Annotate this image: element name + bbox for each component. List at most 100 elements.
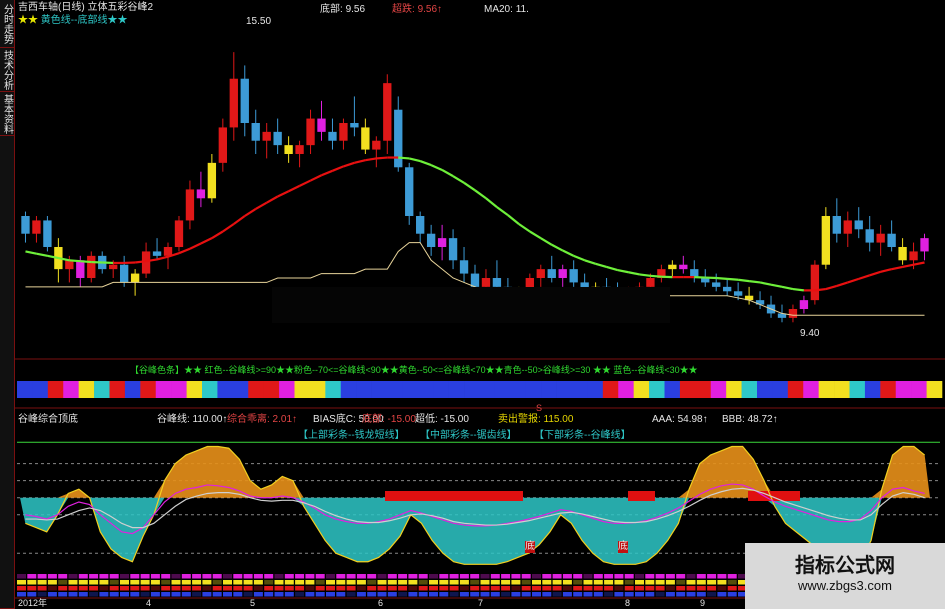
axis-tick: 6: [378, 598, 384, 608]
stripe-cell: [665, 574, 675, 579]
stripe-cell: [696, 592, 706, 597]
ma20-segment: [288, 184, 301, 193]
stripe-cell: [58, 586, 68, 591]
stripe-cell: [336, 574, 346, 579]
ma20-segment: [419, 160, 432, 167]
stripe-cell: [686, 586, 696, 591]
band-cell: [741, 381, 758, 398]
candle-body: [372, 140, 381, 150]
stripe-cell: [480, 586, 490, 591]
band-cell: [787, 381, 804, 398]
ma20-segment: [639, 273, 651, 277]
ma20-segment: [781, 285, 794, 291]
band-cell: [479, 381, 496, 398]
watermark-title: 指标公式网: [795, 555, 895, 577]
stripe-cell: [140, 580, 150, 585]
stripe-cell: [47, 574, 57, 579]
stripe-cell: [181, 592, 191, 597]
band-cell: [880, 381, 897, 398]
stripe-cell: [542, 574, 552, 579]
stripe-cell: [696, 574, 706, 579]
stripe-cell: [604, 592, 614, 597]
stripe-cell: [202, 586, 212, 591]
stripe-cell: [573, 592, 583, 597]
stripe-cell: [532, 580, 541, 585]
stripe-cell: [377, 592, 387, 597]
stripe-cell: [253, 592, 263, 597]
band-cell: [818, 381, 835, 398]
stripe-cell: [676, 592, 686, 597]
candle-body: [152, 251, 162, 256]
stripe-cell: [686, 592, 696, 597]
stripe-cell: [336, 580, 346, 585]
ma20-segment: [814, 287, 826, 292]
ma20-segment: [156, 255, 169, 261]
band-cell: [140, 381, 157, 398]
stripe-cell: [542, 586, 552, 591]
ma20-segment: [266, 195, 279, 204]
indicator-field: 超低: -15.00: [415, 414, 469, 425]
color-band: [17, 381, 943, 398]
stripe-cell: [284, 592, 294, 597]
stripe-cell: [645, 580, 655, 585]
stripe-cell: [346, 586, 356, 591]
stripe-cell: [604, 574, 614, 579]
ma20-segment: [80, 260, 92, 264]
band-cell: [186, 381, 203, 398]
candle-body: [646, 278, 655, 287]
stripe-cell: [212, 580, 222, 585]
band-cell: [402, 381, 419, 398]
ma20-segment: [891, 265, 903, 271]
stripe-cell: [192, 592, 202, 597]
stripe-cell: [624, 592, 634, 597]
candle-body: [536, 269, 545, 278]
candle-body: [920, 238, 929, 252]
band-cell: [63, 381, 79, 398]
stripe-cell: [387, 580, 397, 585]
candle-body: [328, 131, 337, 141]
stripe-cell: [223, 574, 232, 579]
stripe-cell: [449, 586, 459, 591]
candle-body: [668, 264, 677, 270]
stripe-cell: [408, 586, 418, 591]
stripe-cell: [295, 586, 305, 591]
stripe-cell: [47, 586, 57, 591]
stripe-cell: [326, 574, 335, 579]
band-cell: [32, 381, 49, 398]
band-cell: [649, 381, 665, 398]
band-cell: [525, 381, 542, 398]
ma20-segment: [277, 190, 290, 198]
stripe-cell: [27, 586, 37, 591]
stripe-cell: [552, 574, 562, 579]
candle-body: [448, 238, 458, 261]
ma20-segment: [244, 207, 257, 217]
candle-body: [350, 123, 359, 128]
stripe-cell: [78, 592, 88, 597]
bottom-mark-2: 底: [618, 541, 628, 553]
stripe-cell: [120, 586, 129, 591]
ma20-segment: [211, 230, 224, 240]
candle-body: [240, 78, 249, 123]
stripe-cell: [490, 586, 500, 591]
ma20-segment: [595, 262, 607, 268]
stripe-cell: [449, 592, 459, 597]
stripe-cell: [161, 586, 171, 591]
ma20-segment: [485, 197, 498, 208]
stripe-cell: [707, 586, 717, 591]
stripe-cell: [717, 580, 727, 585]
stripe-cell: [398, 586, 408, 591]
stripe-cell: [635, 592, 644, 597]
alert-bar: [385, 491, 523, 501]
candle-body: [87, 255, 96, 278]
stripe-cell: [552, 586, 562, 591]
band-cell: [587, 381, 604, 398]
stripe-cell: [17, 574, 26, 579]
stripe-cell: [243, 586, 253, 591]
stripe-cell: [99, 592, 109, 597]
candle-body: [876, 233, 885, 243]
stripe-cell: [398, 580, 408, 585]
stripe-cell: [68, 580, 78, 585]
stripe-cell: [192, 574, 202, 579]
band-cell: [232, 381, 249, 398]
stripe-cell: [727, 586, 737, 591]
